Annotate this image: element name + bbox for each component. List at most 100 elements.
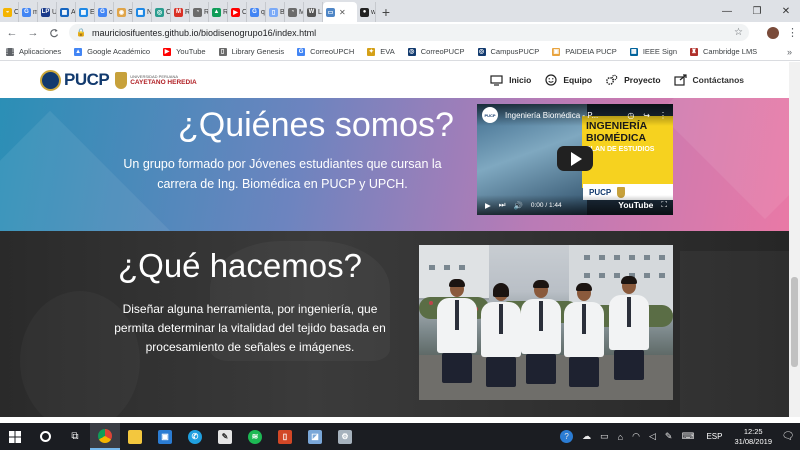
bookmark-item[interactable]: ⋮⋮ Aplicaciones xyxy=(4,47,61,56)
new-tab-button[interactable]: + xyxy=(376,2,396,22)
onedrive-icon[interactable]: ☁ xyxy=(582,431,591,442)
browser-tab[interactable]: ●we xyxy=(357,2,376,22)
taskbar-app[interactable]: ✎ xyxy=(210,423,240,450)
site-logo[interactable]: PUCP UNIVERSIDAD PERUANA CAYETANO HEREDI… xyxy=(40,69,197,91)
play-icon[interactable]: ▶ xyxy=(485,201,491,210)
background-figure xyxy=(680,251,789,417)
taskbar-explorer[interactable] xyxy=(120,423,150,450)
browser-tab[interactable]: MRe xyxy=(171,2,190,22)
bookmark-item[interactable]: ▦ IEEE Sign xyxy=(629,47,677,56)
taskbar-app4[interactable]: ⚙ xyxy=(330,423,360,450)
browser-tab[interactable]: Gme xyxy=(19,2,38,22)
video-title[interactable]: Ingeniería Biomédica - P... xyxy=(505,111,598,120)
share-video-icon[interactable]: ↪ xyxy=(643,111,650,120)
browser-tab[interactable]: ▯B_ xyxy=(266,2,285,22)
browser-tab[interactable]: ▶Có xyxy=(228,2,247,22)
profile-avatar[interactable] xyxy=(767,26,779,39)
youtube-video-embed[interactable]: INGENIERÍA BIOMÉDICA PLAN DE ESTUDIOS PU… xyxy=(477,104,673,215)
nav-equipo-label: Equipo xyxy=(563,75,593,85)
network-icon[interactable]: ⌂ xyxy=(618,432,623,442)
browser-tab[interactable]: ◎Co xyxy=(152,2,171,22)
browser-tab[interactable]: ◔Mi xyxy=(285,2,304,22)
video-controls: ▶ ⏭ 🔊 0:00 / 1:44 YouTube ⛶ xyxy=(477,195,673,215)
nav-proyecto[interactable]: Proyecto xyxy=(605,74,661,86)
browser-tab[interactable]: ▦An xyxy=(57,2,76,22)
nav-equipo[interactable]: Equipo xyxy=(544,74,592,86)
language-indicator[interactable]: ESP xyxy=(706,432,722,441)
bookmark-favicon-icon: ⋮⋮ xyxy=(4,47,16,56)
bookmark-item[interactable]: ▲ Google Académico xyxy=(74,47,150,56)
help-icon[interactable]: ? xyxy=(560,430,574,443)
tab-close-icon[interactable]: ✕ xyxy=(339,8,346,17)
nav-inicio[interactable]: Inicio xyxy=(490,74,531,86)
windows-taskbar: ⧉ ▣ ✆ ✎ ≋ ▯ ◪ ⚙ ? ☁ ▭ ⌂ ◠ ◁ ✎ ⌨ ESP 12:2… xyxy=(0,423,800,450)
start-button[interactable] xyxy=(0,423,30,450)
taskbar-app3[interactable]: ◪ xyxy=(300,423,330,450)
youtube-logo[interactable]: YouTube xyxy=(618,200,653,210)
browser-tab[interactable]: Gqu xyxy=(247,2,266,22)
lock-icon[interactable]: 🔒 xyxy=(76,28,86,37)
bookmark-item[interactable]: ▯ Library Genesis xyxy=(218,47,284,56)
video-time: 0:00 / 1:44 xyxy=(530,201,562,209)
browser-tab[interactable]: LPUn xyxy=(38,2,57,22)
wifi-icon[interactable]: ◠ xyxy=(632,431,640,442)
fullscreen-icon[interactable]: ⛶ xyxy=(661,200,667,210)
address-bar[interactable]: 🔒 mauriciosifuentes.github.io/biodisenog… xyxy=(69,24,749,41)
minimize-button[interactable]: — xyxy=(712,0,742,22)
tab-favicon-icon: ◒ xyxy=(3,7,12,17)
who-section: ¿Quiénes somos? Un grupo formado por Jóv… xyxy=(0,62,789,366)
volume-icon[interactable]: ◁ xyxy=(649,431,656,442)
bookmark-item[interactable]: ▣ PAIDEIA PUCP xyxy=(552,47,617,56)
system-clock[interactable]: 12:25 31/08/2019 xyxy=(734,427,772,447)
folder-icon xyxy=(128,429,142,444)
pen-icon[interactable]: ✎ xyxy=(665,431,673,442)
page-scrollbar[interactable] xyxy=(789,62,800,417)
channel-avatar[interactable]: PUCP xyxy=(482,107,498,123)
keyboard-icon[interactable]: ⌨ xyxy=(681,431,694,442)
browser-tab[interactable]: Gco xyxy=(95,2,114,22)
play-button[interactable] xyxy=(557,146,593,171)
search-button[interactable] xyxy=(30,423,60,450)
browser-tab[interactable]: ▦Es xyxy=(76,2,95,22)
browser-toolbar: ← → 🔒 mauriciosifuentes.github.io/biodis… xyxy=(0,22,800,43)
scrollbar-thumb[interactable] xyxy=(791,277,798,367)
bookmark-item[interactable]: ◎ CorreoPUCP xyxy=(407,47,465,56)
browser-tab[interactable]: ▭ ✕ xyxy=(323,2,357,22)
bookmark-item[interactable]: ▶ YouTube xyxy=(163,47,206,56)
taskbar-spotify[interactable]: ≋ xyxy=(240,423,270,450)
bookmark-item[interactable]: G CorreoUPCH xyxy=(297,47,354,56)
browser-tab[interactable]: ▲RE xyxy=(209,2,228,22)
maximize-button[interactable]: ❐ xyxy=(742,0,772,22)
notifications-icon[interactable]: 🗨 xyxy=(780,423,796,450)
taskbar-chrome[interactable] xyxy=(90,423,120,450)
browser-menu-icon[interactable]: ⋮ xyxy=(787,26,798,39)
browser-tab[interactable]: ◔Re xyxy=(190,2,209,22)
bookmark-item[interactable]: ✦ EVA xyxy=(367,47,395,56)
browser-tab[interactable]: WLe xyxy=(304,2,323,22)
more-options-icon[interactable]: ⋮ xyxy=(659,111,667,120)
taskbar-app2[interactable]: ▯ xyxy=(270,423,300,450)
volume-icon[interactable]: 🔊 xyxy=(514,201,523,210)
taskbar-whatsapp[interactable]: ✆ xyxy=(180,423,210,450)
close-window-button[interactable]: ✕ xyxy=(772,0,800,22)
forward-button[interactable]: → xyxy=(24,24,42,42)
taskbar-store[interactable]: ▣ xyxy=(150,423,180,450)
bookmark-item[interactable]: ♜ Cambridge LMS xyxy=(690,47,757,56)
back-button[interactable]: ← xyxy=(3,24,21,42)
watch-later-icon[interactable]: ◷ xyxy=(627,111,634,120)
upch-crest-icon xyxy=(115,71,128,89)
browser-tab[interactable]: ◉Sk xyxy=(114,2,133,22)
bookmarks-overflow-button[interactable]: » xyxy=(787,47,792,57)
bookmark-star-icon[interactable]: ☆ xyxy=(734,27,743,38)
video-header: PUCP Ingeniería Biomédica - P... ◷ ↪ ⋮ xyxy=(477,104,673,126)
reload-button[interactable] xyxy=(45,24,63,42)
battery-icon[interactable]: ▭ xyxy=(600,431,609,442)
task-view-button[interactable]: ⧉ xyxy=(60,423,90,450)
what-description: Diseñar alguna herramienta, por ingenier… xyxy=(114,302,386,354)
team-member-figure xyxy=(609,276,649,380)
upch-logo: UNIVERSIDAD PERUANA CAYETANO HEREDIA xyxy=(115,71,197,89)
bookmark-item[interactable]: ◎ CampusPUCP xyxy=(477,47,539,56)
browser-tab[interactable]: ◒Cr xyxy=(0,2,19,22)
browser-tab[interactable]: ▦Ne xyxy=(133,2,152,22)
next-icon[interactable]: ⏭ xyxy=(499,200,506,210)
